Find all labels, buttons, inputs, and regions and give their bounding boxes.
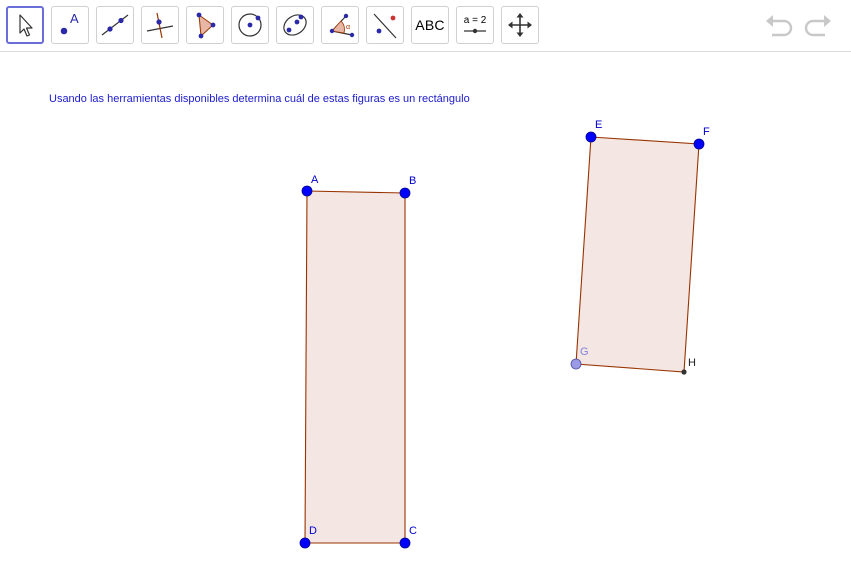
point-g[interactable]	[570, 358, 582, 370]
point-c[interactable]	[399, 537, 411, 549]
point-f[interactable]	[693, 138, 705, 150]
point-d[interactable]	[299, 537, 311, 549]
polygon-abcd[interactable]	[304, 190, 406, 544]
label-g: G	[580, 346, 589, 358]
point-e[interactable]	[585, 131, 597, 143]
label-b: B	[409, 175, 416, 187]
label-e: E	[595, 119, 602, 131]
point-h[interactable]	[681, 369, 687, 375]
point-b[interactable]	[399, 187, 411, 199]
polygon-efhg[interactable]	[575, 136, 700, 373]
label-h: H	[688, 357, 696, 369]
label-c: C	[409, 525, 417, 537]
label-a: A	[311, 174, 319, 186]
label-f: F	[703, 126, 710, 138]
point-a[interactable]	[301, 185, 313, 197]
graphics-view[interactable]: A B C D E F G H	[0, 0, 851, 580]
label-d: D	[309, 525, 317, 537]
